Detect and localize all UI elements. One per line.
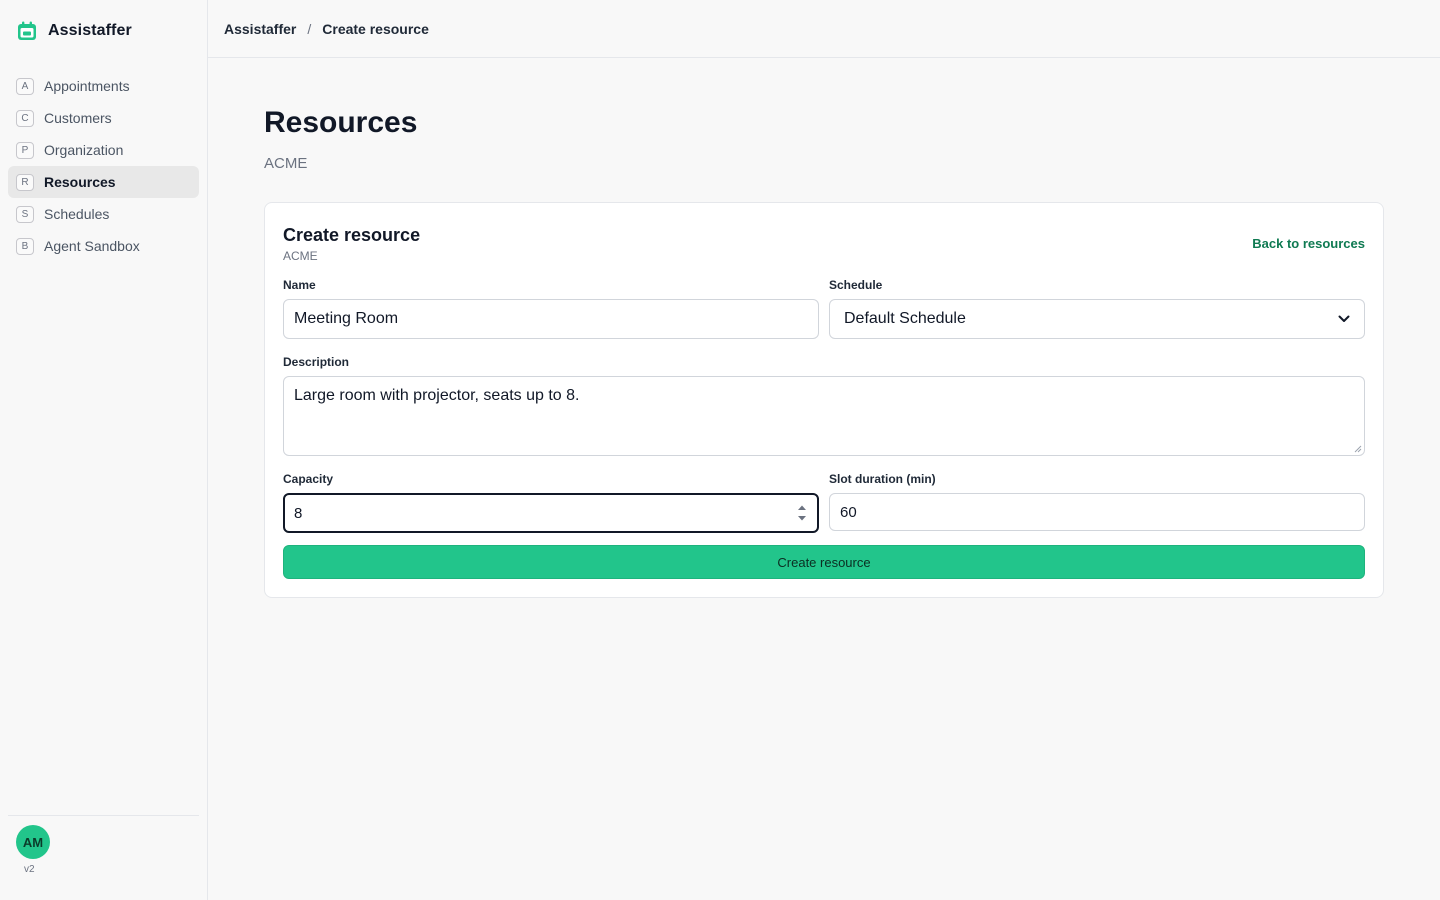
avatar[interactable]: AM bbox=[16, 825, 50, 859]
breadcrumb-current: Create resource bbox=[322, 20, 429, 37]
breadcrumb-root[interactable]: Assistaffer bbox=[224, 21, 296, 37]
name-label: Name bbox=[283, 278, 316, 292]
capacity-label: Capacity bbox=[283, 472, 334, 486]
sidebar-item-resources[interactable]: R Resources bbox=[8, 166, 199, 198]
slot-duration-label: Slot duration (min) bbox=[829, 472, 936, 486]
name-input[interactable] bbox=[283, 299, 819, 339]
stepper-arrows[interactable] bbox=[797, 504, 807, 522]
page-title: Resources bbox=[264, 106, 418, 139]
sidebar-item-label: Resources bbox=[44, 174, 116, 190]
letter-key-icon: P bbox=[16, 141, 34, 159]
sidebar: Assistaffer A Appointments C Customers P… bbox=[0, 0, 208, 900]
calendar-logo-icon bbox=[18, 21, 36, 40]
slot-duration-input[interactable] bbox=[829, 493, 1365, 531]
schedule-select[interactable]: Default Schedule bbox=[829, 299, 1365, 339]
breadcrumb-separator: / bbox=[307, 20, 312, 37]
page-subtitle: ACME bbox=[264, 155, 308, 172]
capacity-stepper[interactable]: 8 bbox=[283, 493, 819, 533]
brand[interactable]: Assistaffer bbox=[16, 20, 132, 42]
sidebar-item-label: Appointments bbox=[44, 78, 130, 94]
sidebar-item-label: Organization bbox=[44, 142, 124, 158]
sidebar-item-agent-sandbox[interactable]: B Agent Sandbox bbox=[8, 230, 199, 262]
schedule-select-value: Default Schedule bbox=[844, 310, 966, 327]
create-resource-button[interactable]: Create resource bbox=[283, 545, 1365, 579]
card-subtitle: ACME bbox=[283, 249, 318, 263]
card-title: Create resource bbox=[283, 225, 421, 245]
schedule-label: Schedule bbox=[829, 278, 883, 292]
sidebar-item-customers[interactable]: C Customers bbox=[8, 102, 199, 134]
stepper-up-icon[interactable] bbox=[797, 504, 807, 511]
resize-handle-icon[interactable] bbox=[1354, 445, 1362, 453]
letter-key-icon: R bbox=[16, 173, 34, 191]
create-resource-card: Create resource ACME Back to resources N… bbox=[264, 202, 1384, 598]
description-textarea[interactable]: Large room with projector, seats up to 8… bbox=[283, 376, 1365, 456]
sidebar-divider bbox=[8, 815, 199, 816]
letter-key-icon: C bbox=[16, 109, 34, 127]
chevron-down-icon bbox=[1338, 315, 1350, 322]
sidebar-item-label: Agent Sandbox bbox=[44, 238, 140, 254]
breadcrumb: Assistaffer / Create resource bbox=[208, 0, 1440, 58]
letter-key-icon: A bbox=[16, 77, 34, 95]
description-text: Large room with projector, seats up to 8… bbox=[294, 387, 580, 404]
description-label: Description bbox=[283, 355, 350, 369]
brand-name: Assistaffer bbox=[48, 22, 132, 39]
version-label: v2 bbox=[24, 864, 35, 875]
letter-key-icon: B bbox=[16, 237, 34, 255]
sidebar-nav: A Appointments C Customers P Organizatio… bbox=[8, 70, 199, 262]
stepper-down-icon[interactable] bbox=[797, 515, 807, 522]
sidebar-item-schedules[interactable]: S Schedules bbox=[8, 198, 199, 230]
letter-key-icon: S bbox=[16, 205, 34, 223]
back-to-resources-link[interactable]: Back to resources bbox=[1252, 236, 1365, 251]
capacity-value: 8 bbox=[294, 504, 303, 522]
sidebar-item-label: Customers bbox=[44, 110, 112, 126]
sidebar-item-label: Schedules bbox=[44, 206, 110, 222]
sidebar-item-organization[interactable]: P Organization bbox=[8, 134, 199, 166]
sidebar-item-appointments[interactable]: A Appointments bbox=[8, 70, 199, 102]
